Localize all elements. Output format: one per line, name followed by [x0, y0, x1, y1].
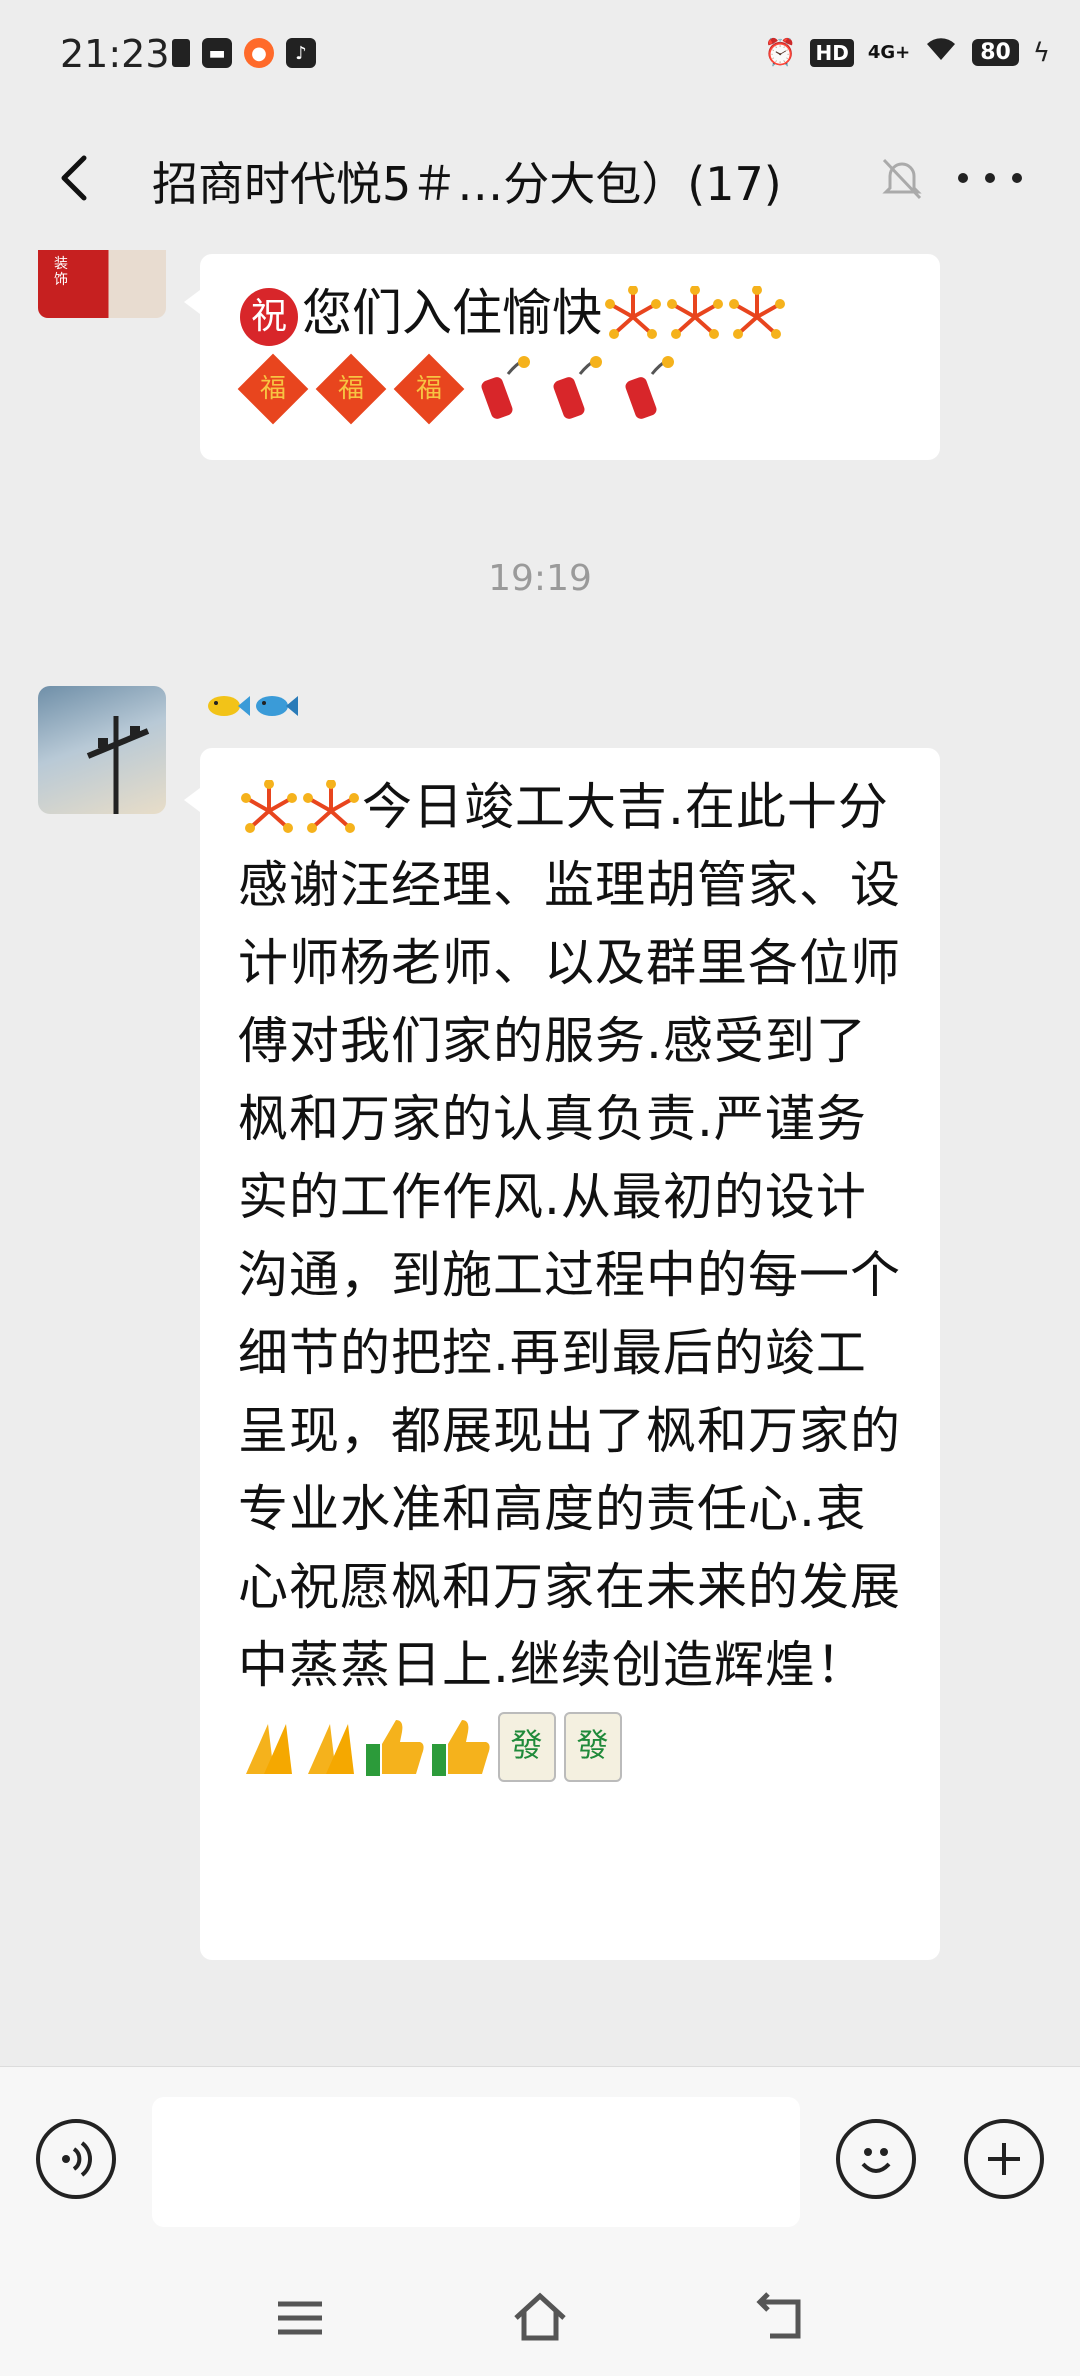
message-app-icon: ▬ — [202, 38, 232, 68]
thumbs-up-icon — [362, 1714, 428, 1780]
message-bubble[interactable]: 今日竣工大吉.在此十分感谢汪经理、监理胡管家、设计师杨老师、以及群里各位师傅对我… — [184, 748, 940, 1960]
emoji-icon[interactable] — [836, 2119, 916, 2199]
message-input[interactable] — [152, 2097, 800, 2227]
wifi-icon — [924, 36, 958, 69]
pray-icon — [300, 1716, 362, 1778]
hd-badge: HD — [810, 38, 854, 67]
chat-area[interactable]: 装饰 祝您们入住愉快 福 福 福 19:19 今日竣工大吉.在此十分感谢汪经理、… — [0, 250, 1080, 2070]
blessing-icon: 祝 — [240, 287, 298, 346]
message-timestamp: 19:19 — [488, 558, 592, 599]
chat-header: 招商时代悦5＃…分大包）(17) — [0, 112, 1080, 250]
notification-icons: ▬ ● ♪ — [172, 38, 316, 68]
message-text-content: 今日竣工大吉.在此十分感谢汪经理、监理胡管家、设计师杨老师、以及群里各位师傅对我… — [238, 778, 901, 1694]
thumbs-up-icon — [428, 1714, 494, 1780]
status-time: 21:23 — [60, 32, 170, 76]
mute-bell-icon — [872, 148, 932, 208]
status-right-icons: ⏰ HD 4G+ 80 ϟ — [764, 36, 1050, 69]
avatar[interactable] — [38, 686, 166, 814]
firework-icon — [726, 284, 788, 348]
emoji-row: 福 福 福 — [237, 353, 788, 424]
battery-level: 80 — [972, 39, 1019, 66]
tiktok-icon: ♪ — [286, 38, 316, 68]
mahjong-fa-icon: 發 — [498, 1711, 556, 1782]
charging-icon: ϟ — [1032, 37, 1050, 68]
sim-icon — [172, 39, 190, 67]
pray-icon — [238, 1716, 300, 1778]
input-bar — [0, 2066, 1080, 2259]
firecracker-icon — [474, 355, 534, 422]
fish-icon — [206, 690, 250, 731]
firework-icon — [602, 284, 664, 348]
voice-icon[interactable] — [36, 2119, 116, 2199]
message-text: 祝您们入住愉快 福 福 福 — [237, 280, 788, 424]
firework-icon — [664, 284, 726, 348]
home-icon[interactable] — [510, 2288, 570, 2348]
menu-icon[interactable] — [270, 2288, 330, 2348]
system-nav-bar — [0, 2258, 1080, 2376]
firecracker-icon — [618, 355, 678, 422]
sender-nickname — [206, 690, 298, 731]
network-indicator: 4G+ — [867, 42, 911, 63]
message-text: 今日竣工大吉.在此十分感谢汪经理、监理胡管家、设计师杨老师、以及群里各位师傅对我… — [238, 768, 908, 1782]
back-icon[interactable] — [750, 2288, 810, 2348]
plus-icon[interactable] — [964, 2119, 1044, 2199]
fish-icon — [254, 690, 298, 731]
app-notification-icon: ● — [244, 38, 274, 68]
fu-icon: 福 — [237, 353, 309, 424]
firecracker-icon — [546, 355, 606, 422]
more-dots-icon[interactable] — [958, 148, 1022, 208]
chat-title[interactable]: 招商时代悦5＃…分大包）(17) — [152, 148, 782, 214]
avatar[interactable]: 装饰 — [38, 250, 166, 318]
status-bar: 21:23 ▬ ● ♪ ⏰ HD 4G+ 80 ϟ — [0, 0, 1080, 112]
back-arrow-icon[interactable] — [46, 148, 106, 208]
fu-icon: 福 — [393, 353, 465, 424]
firework-icon — [300, 778, 362, 842]
fu-icon: 福 — [315, 353, 387, 424]
message-text-content: 您们入住愉快 — [302, 284, 602, 342]
firework-icon — [238, 778, 300, 842]
alarm-icon: ⏰ — [764, 37, 797, 68]
mahjong-fa-icon: 發 — [564, 1711, 622, 1782]
message-bubble[interactable]: 祝您们入住愉快 福 福 福 — [184, 254, 940, 460]
